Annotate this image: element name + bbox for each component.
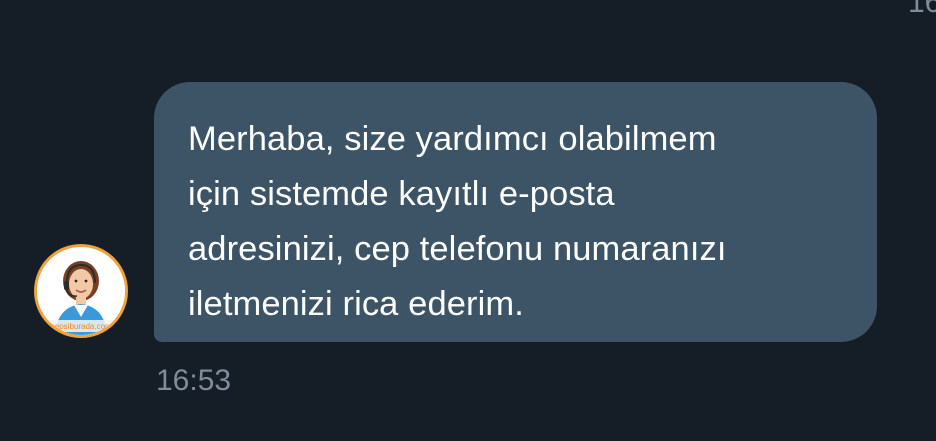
message-bubble[interactable]: Merhaba, size yardımcı olabilmem için si… <box>154 82 877 342</box>
avatar-watermark-text: hepsiburada.com <box>50 322 112 331</box>
incoming-message: hepsiburada.com Merhaba, size yardımcı o… <box>0 0 936 441</box>
support-agent-icon: hepsiburada.com <box>37 247 125 335</box>
agent-avatar[interactable]: hepsiburada.com <box>34 244 128 338</box>
message-time: 16:53 <box>156 364 232 397</box>
message-text: Merhaba, size yardımcı olabilmem için si… <box>188 120 727 323</box>
